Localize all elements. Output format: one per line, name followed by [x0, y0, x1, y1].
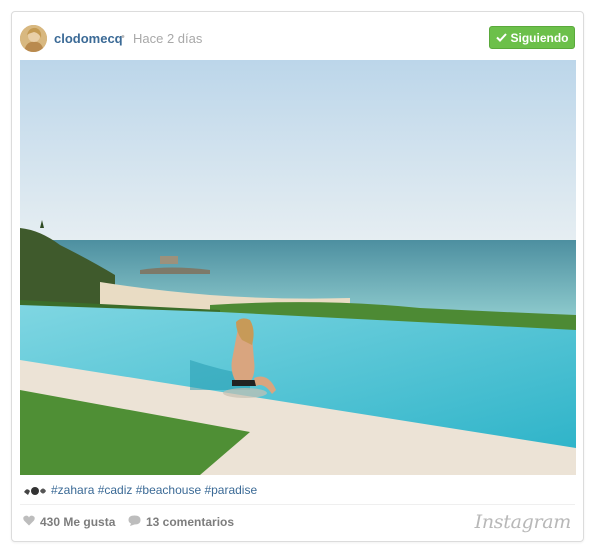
divider	[20, 504, 575, 505]
likes-count: 430 Me gusta	[23, 515, 115, 529]
emoji-icon	[23, 485, 47, 495]
post-caption: #zahara #cadiz #beachouse #paradise	[23, 483, 257, 497]
heart-icon	[23, 515, 35, 529]
check-icon	[495, 31, 507, 45]
following-button-label: Siguiendo	[510, 30, 569, 45]
instagram-logo[interactable]: Instagram	[475, 511, 572, 533]
hashtags[interactable]: #zahara #cadiz #beachouse #paradise	[51, 483, 257, 497]
avatar[interactable]	[20, 25, 47, 52]
post-timestamp[interactable]: Hace 2 días	[133, 31, 202, 46]
instagram-embed-card: clodomecq • Hace 2 días Siguiendo #zahar…	[11, 11, 584, 542]
separator-dot: •	[121, 31, 125, 43]
comment-icon	[128, 515, 141, 529]
post-photo[interactable]	[20, 60, 576, 475]
post-header: clodomecq • Hace 2 días Siguiendo	[12, 12, 583, 60]
username-link[interactable]: clodomecq	[54, 31, 123, 46]
comments-count: 13 comentarios	[128, 515, 234, 529]
comments-label: 13 comentarios	[146, 515, 235, 529]
following-button[interactable]: Siguiendo	[489, 26, 575, 49]
likes-label: 430 Me gusta	[40, 515, 116, 529]
